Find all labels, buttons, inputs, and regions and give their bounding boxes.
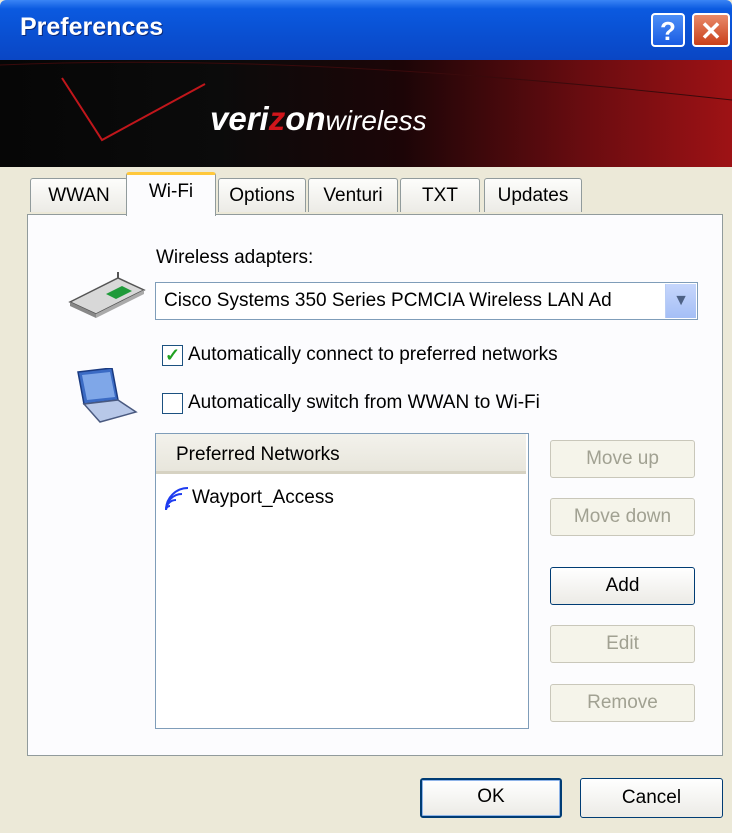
wireless-adapters-label: Wireless adapters: — [156, 247, 314, 268]
window-title: Preferences — [20, 13, 164, 41]
tab-strip: WWAN Wi-Fi Options Venturi TXT Updates — [0, 170, 732, 216]
tab-wwan[interactable]: WWAN — [30, 178, 128, 212]
tab-options[interactable]: Options — [218, 178, 306, 212]
ok-button[interactable]: OK — [420, 778, 562, 818]
verizon-wireless-logo: verizonwireless — [210, 100, 427, 138]
chevron-down-icon[interactable]: ▼ — [665, 284, 696, 318]
preferred-networks-header-label: Preferred Networks — [176, 444, 340, 465]
logo-text-on: on — [285, 100, 326, 137]
wireless-adapter-icon — [68, 272, 146, 318]
logo-text-wireless: wireless — [325, 105, 427, 136]
title-bar[interactable]: Preferences ? ✕ — [0, 0, 732, 60]
auto-switch-label[interactable]: Automatically switch from WWAN to Wi-Fi — [188, 392, 540, 414]
logo-text-z: z — [268, 100, 286, 137]
wifi-signal-icon — [165, 487, 189, 511]
wireless-adapter-select[interactable]: Cisco Systems 350 Series PCMCIA Wireless… — [155, 282, 698, 320]
list-item[interactable]: Wayport_Access — [162, 484, 334, 512]
verizon-banner: verizonwireless — [0, 60, 732, 167]
edit-button[interactable]: Edit — [550, 625, 695, 663]
logo-text-veri: veri — [210, 100, 269, 137]
auto-connect-checkbox[interactable]: ✓ — [162, 345, 183, 366]
auto-connect-label[interactable]: Automatically connect to preferred netwo… — [188, 344, 558, 366]
wireless-adapter-value: Cisco Systems 350 Series PCMCIA Wireless… — [164, 290, 612, 311]
close-button[interactable]: ✕ — [692, 13, 730, 47]
remove-button[interactable]: Remove — [550, 684, 695, 722]
move-up-button[interactable]: Move up — [550, 440, 695, 478]
cancel-button[interactable]: Cancel — [580, 778, 723, 818]
move-down-button[interactable]: Move down — [550, 498, 695, 536]
network-name: Wayport_Access — [192, 487, 334, 509]
tab-venturi[interactable]: Venturi — [308, 178, 398, 212]
help-button[interactable]: ? — [651, 13, 685, 47]
tab-wifi[interactable]: Wi-Fi — [126, 172, 216, 216]
preferred-networks-list[interactable]: Preferred Networks Wayport_Access — [155, 433, 529, 729]
preferred-networks-header[interactable]: Preferred Networks — [156, 434, 526, 474]
tab-updates[interactable]: Updates — [484, 178, 582, 212]
tab-txt[interactable]: TXT — [400, 178, 480, 212]
laptop-icon — [77, 368, 138, 423]
add-button[interactable]: Add — [550, 567, 695, 605]
auto-switch-checkbox[interactable] — [162, 393, 183, 414]
preferences-window: Preferences ? ✕ verizonwireless WWAN Wi-… — [0, 0, 732, 833]
